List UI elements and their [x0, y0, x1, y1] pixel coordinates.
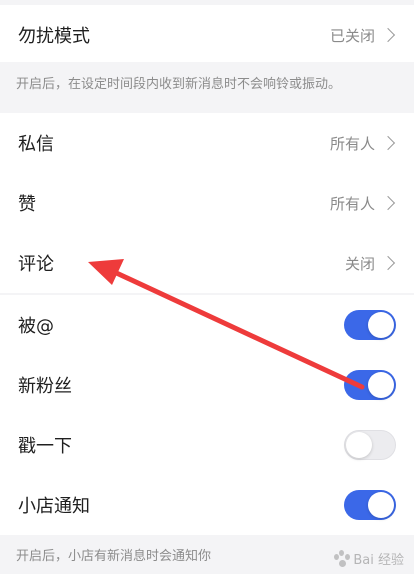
chevron-right-icon — [380, 27, 396, 43]
mention-toggle-switch[interactable] — [344, 310, 396, 340]
toggle-label: 小店通知 — [18, 496, 90, 517]
dnd-row[interactable]: 勿扰模式 已关闭 — [0, 5, 414, 65]
setting-row-like[interactable]: 赞 所有人 — [0, 173, 414, 233]
dnd-value: 已关闭 — [329, 26, 375, 45]
setting-value-group: 所有人 — [330, 133, 396, 154]
switch-knob — [368, 312, 394, 338]
dnd-value-group: 已关闭 — [330, 25, 396, 46]
setting-value: 所有人 — [329, 194, 375, 213]
dnd-note: 开启后，在设定时间段内收到新消息时不会响铃或振动。 — [0, 62, 414, 102]
setting-value-group: 关闭 — [345, 253, 396, 274]
setting-value: 所有人 — [329, 134, 375, 153]
setting-label: 评论 — [18, 254, 54, 275]
toggle-label: 戳一下 — [18, 436, 72, 457]
setting-row-private-message[interactable]: 私信 所有人 — [0, 113, 414, 173]
toggle-row-new-fans: 新粉丝 — [0, 355, 414, 415]
notification-settings-screen: 勿扰模式 已关闭 开启后，在设定时间段内收到新消息时不会响铃或振动。 私信 所有… — [0, 0, 414, 574]
switch-knob — [346, 432, 372, 458]
chevron-right-icon — [380, 255, 396, 271]
toggle-label: 新粉丝 — [18, 376, 72, 397]
setting-label: 私信 — [18, 134, 54, 155]
toggle-row-shop-notice: 小店通知 — [0, 475, 414, 535]
switch-knob — [368, 372, 394, 398]
watermark-text: Bai 经验 — [353, 553, 404, 568]
shop-notice-toggle-switch[interactable] — [344, 490, 396, 520]
setting-label: 赞 — [18, 194, 36, 215]
dnd-label: 勿扰模式 — [18, 26, 90, 47]
watermark: Bai 经验 — [333, 549, 404, 568]
setting-value-group: 所有人 — [330, 193, 396, 214]
toggle-label: 被@ — [18, 316, 54, 337]
switch-knob — [368, 492, 394, 518]
chevron-right-icon — [380, 135, 396, 151]
toggle-row-poke: 戳一下 — [0, 415, 414, 475]
paw-logo-icon — [333, 549, 351, 568]
toggle-row-mention: 被@ — [0, 295, 414, 355]
chevron-right-icon — [380, 195, 396, 211]
setting-row-comment[interactable]: 评论 关闭 — [0, 233, 414, 293]
setting-value: 关闭 — [344, 254, 375, 273]
poke-toggle-switch[interactable] — [344, 430, 396, 460]
new-fans-toggle-switch[interactable] — [344, 370, 396, 400]
